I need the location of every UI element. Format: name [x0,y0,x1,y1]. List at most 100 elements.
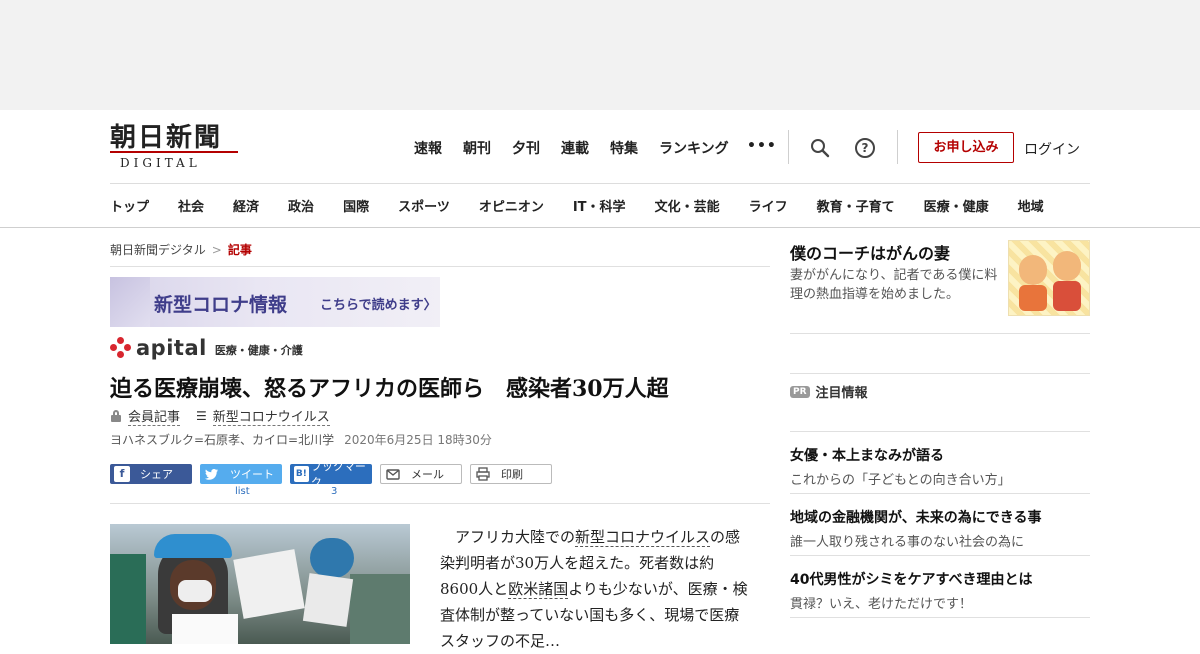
banner-title: 新型コロナ情報 [154,294,288,316]
divider [897,130,898,164]
more-menu-icon[interactable]: ••• [747,138,777,154]
category-nav: トップ 社会 経済 政治 国際 スポーツ オピニオン IT・科学 文化・芸能 ラ… [110,196,1044,215]
print-button[interactable]: 印刷 [470,464,552,484]
breadcrumb: 朝日新聞デジタル > 記事 [110,241,252,258]
search-icon[interactable] [810,138,830,158]
logo-subtext: DIGITAL [120,156,201,170]
photo-shape [172,614,238,644]
illus-shape [1019,285,1047,311]
article-tags: 会員記事 ☰ 新型コロナウイルス [110,406,330,426]
body-link-western[interactable]: 欧米諸国 [508,580,569,599]
publish-date: 2020年6月25日 18時30分 [344,433,492,447]
promo-subtitle[interactable]: 誰一人取り残される事のない社会の為に [790,531,1024,550]
lock-icon [110,410,122,422]
category-top[interactable]: トップ [110,196,149,215]
illus-shape [1053,281,1081,311]
body-link-covid[interactable]: 新型コロナウイルス [575,528,711,547]
feature-title[interactable]: 僕のコーチはがんの妻 [790,240,950,264]
category-opinion[interactable]: オピニオン [479,196,544,215]
nav-tokushu[interactable]: 特集 [610,138,638,158]
hatena-bookmark-button[interactable]: B! ブックマーク [290,460,372,489]
article-photo[interactable] [110,524,410,644]
nav-yukan[interactable]: 夕刊 [512,138,540,158]
twitter-icon [205,469,218,480]
apital-brand[interactable]: apital 医療・健康・介護 [110,336,303,360]
apital-subtitle: 医療・健康・介護 [214,344,303,357]
nav-rensai[interactable]: 連載 [561,138,589,158]
logo-text: 朝日新聞 [110,123,223,153]
illus-shape [1053,251,1081,281]
nav-ranking[interactable]: ランキング [659,138,729,158]
breadcrumb-current: 記事 [227,243,252,257]
subscribe-button[interactable]: お申し込み [918,132,1014,163]
photo-shape [233,549,305,619]
divider [110,266,770,267]
category-society[interactable]: 社会 [178,196,204,215]
divider [110,183,1090,184]
article-headline: 迫る医療崩壊、怒るアフリカの医師ら 感染者30万人超 [110,376,669,402]
print-icon [476,467,490,481]
promo-subtitle[interactable]: これからの「子どもとの向き合い方」 [790,469,1011,488]
category-education[interactable]: 教育・子育て [817,196,895,215]
category-life[interactable]: ライフ [749,196,788,215]
photo-shape [350,574,410,644]
pr-title: 注目情報 [815,386,868,401]
hatena-icon: B! [294,466,309,482]
category-it-science[interactable]: IT・科学 [573,196,626,215]
article-body: アフリカ大陸での新型コロナウイルスの感染判明者が30万人を超えた。死者数は約86… [440,524,750,654]
breadcrumb-home[interactable]: 朝日新聞デジタル [110,243,206,257]
promo-subtitle[interactable]: 貫禄？いえ、老けただけです！ [790,593,972,612]
facebook-share-button[interactable]: f シェア [110,464,192,484]
category-politics[interactable]: 政治 [288,196,314,215]
pr-header: PR 注目情報 [790,382,868,401]
byline-authors: ヨハネスブルク=石原孝、カイロ=北川学 [110,433,335,447]
covid-info-banner[interactable]: 新型コロナ情報 こちらで読めます〉 [110,277,440,327]
promo-title[interactable]: 40代男性がシミをケアすべき理由とは [790,569,1033,589]
photo-shape [110,554,146,644]
login-link[interactable]: ログイン [1024,139,1080,159]
category-health[interactable]: 医療・健康 [924,196,989,215]
site-logo[interactable]: 朝日新聞 DIGITAL [110,124,240,170]
hatena-count[interactable]: 3 [331,486,337,497]
divider [110,503,770,504]
site-header: 朝日新聞 DIGITAL 速報 朝刊 夕刊 連載 特集 ランキング ••• ? … [0,110,1200,228]
feature-illustration[interactable] [1008,240,1090,316]
category-international[interactable]: 国際 [343,196,369,215]
apital-logo-icon [110,337,132,359]
category-region[interactable]: 地域 [1018,196,1044,215]
list-icon: ☰ [196,409,207,423]
topic-link[interactable]: 新型コロナウイルス [212,406,330,426]
divider [790,617,1090,618]
divider [790,493,1090,494]
mail-share-button[interactable]: メール [380,464,462,484]
mail-label: メール [411,468,444,481]
category-culture[interactable]: 文化・芸能 [655,196,720,215]
illus-shape [1019,255,1047,285]
photo-shape [154,534,232,558]
category-economy[interactable]: 経済 [233,196,259,215]
top-ad-space [0,0,1200,110]
feature-description[interactable]: 妻ががんになり、記者である僕に料理の熱血指導を始めました。 [790,266,1005,304]
photo-shape [178,580,212,602]
pr-badge: PR [790,385,810,398]
member-article-link[interactable]: 会員記事 [128,406,181,426]
banner-decoration [110,277,150,327]
divider [790,555,1090,556]
print-label: 印刷 [501,468,523,481]
twitter-label: ツイート [230,468,274,481]
promo-title[interactable]: 地域の金融機関が、未来の為にできる事 [790,507,1041,527]
promo-title[interactable]: 女優・本上まなみが語る [790,445,944,465]
category-sports[interactable]: スポーツ [398,196,450,215]
nav-choukan[interactable]: 朝刊 [463,138,491,158]
twitter-count[interactable]: list [235,486,250,497]
divider [790,373,1090,374]
article-byline: ヨハネスブルク=石原孝、カイロ=北川学 2020年6月25日 18時30分 [110,431,492,448]
breadcrumb-separator: > [211,243,222,257]
photo-shape [310,538,354,578]
hatena-label: ブックマーク [310,460,366,489]
nav-sokuho[interactable]: 速報 [414,138,442,158]
body-text: アフリカ大陸での [440,528,576,546]
twitter-share-button[interactable]: ツイート [200,464,282,484]
top-nav: 速報 朝刊 夕刊 連載 特集 ランキング [414,138,750,158]
help-icon[interactable]: ? [855,138,875,158]
